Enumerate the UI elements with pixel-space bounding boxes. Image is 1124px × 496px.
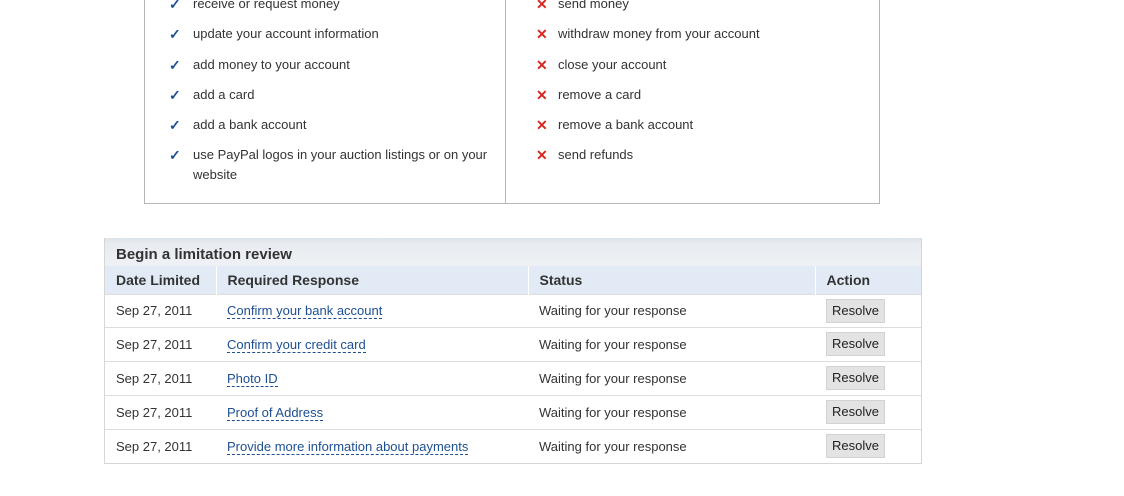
cross-icon: ✕ (536, 87, 548, 103)
date-cell: Sep 27, 2011 (105, 394, 216, 429)
cross-icon: ✕ (536, 117, 548, 133)
can-do-column: ✓ receive or request money ✓ update your… (145, 0, 506, 203)
table-row: Sep 27, 2011 Photo ID Waiting for your r… (105, 360, 921, 395)
status-cell: Waiting for your response (528, 293, 815, 327)
action-cell: Resolve (815, 293, 921, 327)
table-row: Sep 27, 2011 Confirm your credit card Wa… (105, 326, 921, 361)
date-cell: Sep 27, 2011 (105, 360, 216, 395)
can-item: ✓ add a card (169, 87, 255, 103)
status-cell: Waiting for your response (528, 326, 815, 361)
resolve-button[interactable]: Resolve (826, 332, 885, 356)
account-capabilities-box: ✓ receive or request money ✓ update your… (144, 0, 880, 204)
checkmark-icon: ✓ (169, 26, 181, 42)
cannot-item: ✕ send refunds (536, 147, 634, 163)
table-row: Sep 27, 2011 Proof of Address Waiting fo… (105, 394, 921, 429)
checkmark-icon: ✓ (169, 57, 181, 73)
confirm-credit-card-link[interactable]: Confirm your credit card (227, 336, 366, 353)
cross-icon: ✕ (536, 0, 548, 12)
resolve-button[interactable]: Resolve (826, 298, 885, 323)
checkmark-icon: ✓ (169, 0, 181, 12)
checkmark-icon: ✓ (169, 117, 181, 133)
cannot-item: ✕ remove a card (536, 87, 642, 103)
response-cell: Photo ID (216, 360, 528, 395)
column-header-status: Status (528, 266, 816, 294)
date-cell: Sep 27, 2011 (105, 428, 216, 463)
cannot-item: ✕ close your account (536, 57, 667, 73)
response-cell: Confirm your bank account (216, 293, 528, 327)
action-cell: Resolve (815, 428, 921, 463)
response-cell: Provide more information about payments (216, 428, 528, 463)
response-cell: Proof of Address (216, 394, 528, 429)
confirm-bank-account-link[interactable]: Confirm your bank account (227, 303, 383, 319)
column-header-date: Date Limited (105, 266, 217, 294)
can-item: ✓ update your account information (169, 26, 379, 42)
resolve-button[interactable]: Resolve (826, 366, 885, 390)
resolve-button[interactable]: Resolve (826, 434, 885, 459)
resolve-button[interactable]: Resolve (826, 400, 885, 424)
response-cell: Confirm your credit card (216, 326, 528, 361)
limitation-review-title: Begin a limitation review (105, 238, 921, 266)
proof-of-address-link[interactable]: Proof of Address (227, 404, 324, 421)
cross-icon: ✕ (536, 57, 548, 73)
cannot-item: ✕ remove a bank account (536, 117, 694, 133)
can-item: ✓ use PayPal logos in your auction listi… (169, 147, 488, 182)
can-item: ✓ receive or request money (169, 0, 498, 14)
checkmark-icon: ✓ (169, 87, 181, 103)
limitation-review-panel: Begin a limitation review Date Limited R… (104, 238, 922, 464)
status-cell: Waiting for your response (528, 360, 815, 395)
can-item: ✓ add money to your account (169, 57, 350, 73)
photo-id-link[interactable]: Photo ID (227, 370, 278, 387)
action-cell: Resolve (815, 326, 921, 361)
cross-icon: ✕ (536, 26, 548, 42)
cannot-do-column: ✕ send money ✕ withdraw money from your … (506, 0, 879, 203)
cannot-item: ✕ send money (536, 0, 858, 14)
table-row: Sep 27, 2011 Confirm your bank account W… (105, 293, 921, 327)
status-cell: Waiting for your response (528, 394, 815, 429)
date-cell: Sep 27, 2011 (105, 293, 216, 327)
action-cell: Resolve (815, 394, 921, 429)
date-cell: Sep 27, 2011 (105, 326, 216, 361)
checkmark-icon: ✓ (169, 147, 181, 163)
can-item: ✓ add a bank account (169, 117, 307, 133)
payments-info-link[interactable]: Provide more information about payments (227, 438, 469, 455)
column-header-action: Action (815, 266, 921, 294)
status-cell: Waiting for your response (528, 428, 815, 463)
action-cell: Resolve (815, 360, 921, 395)
table-header-row: Date Limited Required Response Status Ac… (105, 266, 921, 294)
limitation-review-table: Date Limited Required Response Status Ac… (105, 266, 921, 463)
cross-icon: ✕ (536, 147, 548, 163)
cannot-item: ✕ withdraw money from your account (536, 26, 760, 42)
column-header-response: Required Response (216, 266, 529, 294)
table-row: Sep 27, 2011 Provide more information ab… (105, 428, 921, 463)
